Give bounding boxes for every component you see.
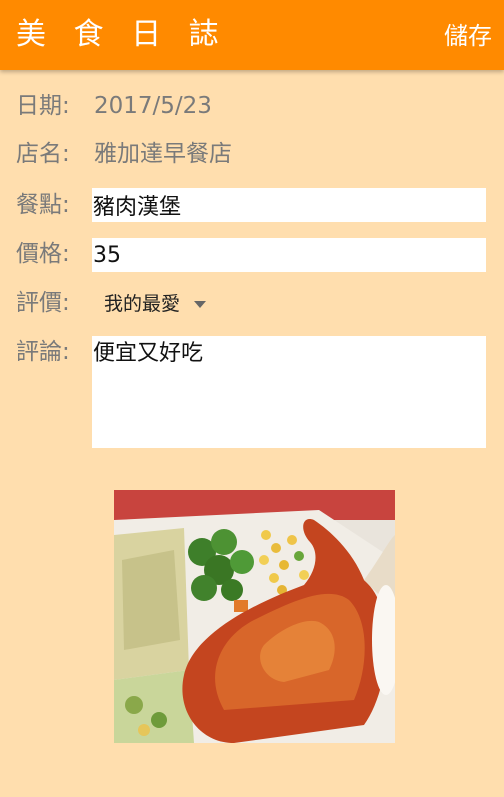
- save-button[interactable]: 儲存: [444, 18, 492, 54]
- meal-label: 餐點:: [16, 192, 70, 218]
- app-title: 美 食 日 誌: [16, 17, 228, 52]
- meal-input[interactable]: [92, 188, 486, 222]
- date-value: 2017/5/23: [94, 93, 212, 119]
- price-input[interactable]: [92, 238, 486, 272]
- rating-value: 我的最愛: [104, 293, 181, 315]
- price-label: 價格:: [16, 241, 70, 267]
- dropdown-arrow-icon: [194, 300, 207, 308]
- store-name-label: 店名:: [16, 141, 70, 167]
- rating-spinner[interactable]: 我的最愛: [104, 288, 207, 320]
- rating-label: 評價:: [16, 290, 70, 316]
- store-name-value: 雅加達早餐店: [94, 141, 232, 167]
- comment-label: 評論:: [16, 339, 70, 365]
- comment-input[interactable]: 便宜又好吃: [92, 336, 486, 448]
- app-bar: 美 食 日 誌 儲存: [0, 0, 504, 70]
- date-label: 日期:: [16, 93, 70, 119]
- food-photo[interactable]: [114, 490, 395, 743]
